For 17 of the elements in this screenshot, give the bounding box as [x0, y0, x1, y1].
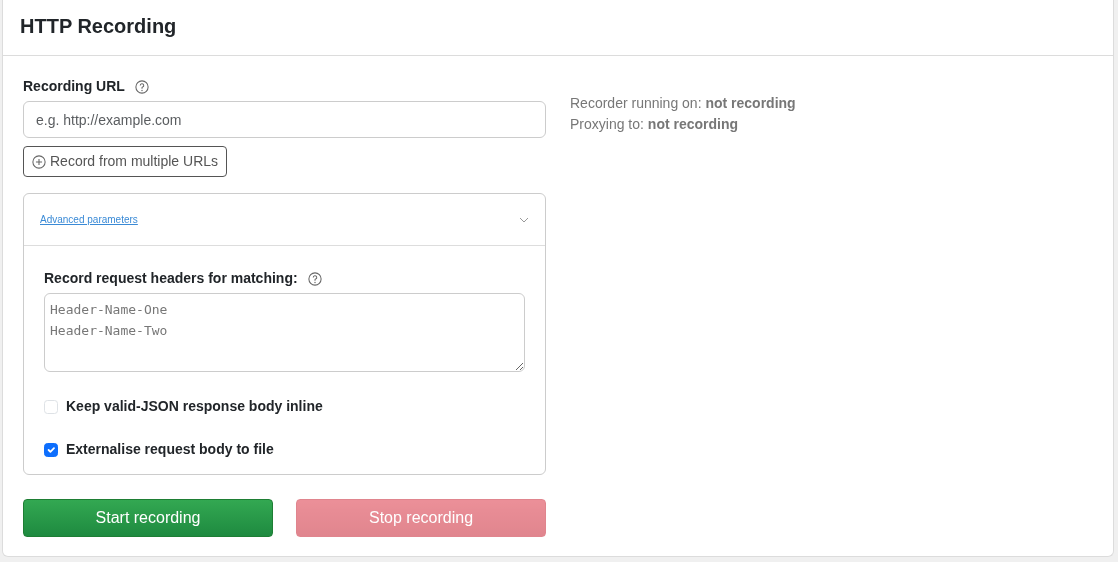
chevron-icon[interactable] — [519, 216, 529, 223]
url-input-field[interactable]: e.g. http://example.com — [23, 101, 546, 138]
field-label: Record request headers for matching: — [44, 269, 298, 288]
record-multiple-urls-button[interactable]: Record from multiple URLs — [23, 146, 228, 177]
plus-circle-icon — [32, 154, 46, 169]
checkbox-label: Keep valid-JSON response body inline — [66, 397, 323, 416]
start-recording-button[interactable]: Start recording — [23, 499, 273, 537]
headers-text-area[interactable]: Header-Name-One Header-Name-Two — [44, 293, 525, 372]
checkbox-label: Externalise request body to file — [66, 440, 274, 459]
card-title: HTTP Recording — [20, 14, 178, 38]
help-icon[interactable] — [134, 79, 149, 94]
checkbox[interactable] — [44, 442, 58, 457]
status-text: Recorder running on: not recording — [570, 94, 796, 113]
advanced-parameters-link[interactable]: Advanced parameters — [40, 212, 138, 227]
field-label: Recording URL — [23, 77, 125, 96]
status-text: Proxying to: not recording — [570, 115, 740, 134]
help-icon[interactable] — [307, 271, 322, 286]
